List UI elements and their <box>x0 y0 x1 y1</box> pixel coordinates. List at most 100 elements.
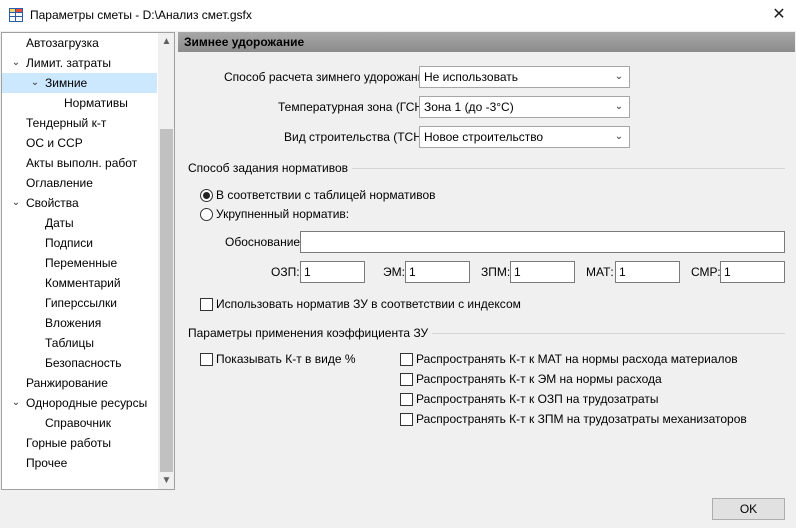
ok-button[interactable]: OK <box>712 498 785 520</box>
spread-ozp-label[interactable]: Распространять К-т к ОЗП на трудозатраты <box>416 389 659 409</box>
settings-tree: Автозагрузка ⌄ Лимит. затраты ⌄ Зимние Нормат… <box>1 32 175 490</box>
tree-item-label: Лимит. затраты <box>26 56 111 70</box>
chevron-down-icon[interactable]: ⌄ <box>10 53 22 73</box>
tree-scrollbar[interactable]: ▲ ▼ <box>158 33 174 489</box>
radio-aggregated-norm-label[interactable]: Укрупненный норматив: <box>216 204 349 224</box>
tree-item[interactable]: Безопасность <box>2 353 157 373</box>
tree-item[interactable]: Подписи <box>2 233 157 253</box>
tree-item[interactable]: Оглавление <box>2 173 157 193</box>
tree-item-label: Справочник <box>45 416 111 430</box>
radio-table-norms[interactable] <box>200 189 213 202</box>
zone-combo-value: Зона 1 (до -3°С) <box>424 100 514 114</box>
chevron-down-icon[interactable]: ⌄ <box>10 193 22 213</box>
method-combo[interactable]: Не использовать ⌄ <box>419 66 630 88</box>
tree-item[interactable]: Горные работы <box>2 433 157 453</box>
use-index-checkbox[interactable] <box>200 298 213 311</box>
construction-label: Вид строительства (ТСН): <box>284 130 430 144</box>
tree-item[interactable]: ОС и ССР <box>2 133 157 153</box>
zone-combo[interactable]: Зона 1 (до -3°С) ⌄ <box>419 96 630 118</box>
spread-ozp-checkbox[interactable] <box>400 393 413 406</box>
tree-item-label: Свойства <box>26 196 79 210</box>
close-button[interactable]: ✕ <box>766 4 792 26</box>
spread-zpm-label[interactable]: Распространять К-т к ЗПМ на трудозатраты… <box>416 409 747 429</box>
window-title: Параметры сметы - D:\Анализ смет.gsfx <box>30 8 252 22</box>
section-header: Зимнее удорожание <box>178 32 795 52</box>
tree-item-label: Таблицы <box>45 336 95 350</box>
tree-item-label: Вложения <box>45 316 102 330</box>
tree-item[interactable]: Автозагрузка <box>2 33 157 53</box>
apply-group-title: Параметры применения коэффициента ЗУ <box>188 325 433 341</box>
chevron-down-icon[interactable]: ⌄ <box>10 393 22 413</box>
zone-label: Температурная зона (ГСН): <box>278 100 431 114</box>
coef-mat-label: МАТ: <box>586 265 614 279</box>
show-percent-label[interactable]: Показывать К-т в виде % <box>216 349 356 369</box>
tree-item[interactable]: Таблицы <box>2 333 157 353</box>
coef-mat-input[interactable] <box>615 261 680 283</box>
tree-item[interactable]: ⌄ Однородные ресурсы <box>2 393 157 413</box>
spread-mat-checkbox[interactable] <box>400 353 413 366</box>
construction-combo-value: Новое строительство <box>424 130 544 144</box>
method-label: Способ расчета зимнего удорожания: <box>224 70 435 84</box>
coef-ozp-input[interactable] <box>300 261 365 283</box>
tree-item-label: Подписи <box>45 236 93 250</box>
settings-panel: Зимнее удорожание Способ расчета зимнего… <box>178 32 795 490</box>
chevron-down-icon: ⌄ <box>614 71 624 82</box>
tree-item[interactable]: Прочее <box>2 453 157 473</box>
tree-item[interactable]: Справочник <box>2 413 157 433</box>
coef-em-input[interactable] <box>405 261 470 283</box>
tree-item[interactable]: ⌄ Лимит. затраты <box>2 53 157 73</box>
tree-item[interactable]: Переменные <box>2 253 157 273</box>
coef-zpm-input[interactable] <box>510 261 575 283</box>
tree-item[interactable]: ⌄ Зимние <box>2 73 157 93</box>
tree-item[interactable]: Даты <box>2 213 157 233</box>
title-bar: Параметры сметы - D:\Анализ смет.gsfx ✕ <box>0 0 796 31</box>
scroll-down-arrow-icon[interactable]: ▼ <box>158 472 174 489</box>
tree-item[interactable]: Тендерный к-т <box>2 113 157 133</box>
tree-item[interactable]: Комментарий <box>2 273 157 293</box>
basis-label: Обоснование: <box>225 235 304 249</box>
coef-ozp-label: ОЗП: <box>271 265 300 279</box>
app-grid-icon <box>9 8 23 22</box>
construction-combo[interactable]: Новое строительство ⌄ <box>419 126 630 148</box>
tree-item[interactable]: Нормативы <box>2 93 157 113</box>
tree-item-label: Однородные ресурсы <box>26 396 148 410</box>
tree-item-label: Прочее <box>26 456 68 470</box>
spread-zpm-checkbox[interactable] <box>400 413 413 426</box>
radio-aggregated-norm[interactable] <box>200 208 213 221</box>
coef-em-label: ЭМ: <box>383 265 405 279</box>
tree-item-label: Даты <box>45 216 74 230</box>
tree-item[interactable]: Ранжирование <box>2 373 157 393</box>
tree-item[interactable]: Гиперссылки <box>2 293 157 313</box>
tree-item-label: Безопасность <box>45 356 122 370</box>
scroll-up-arrow-icon[interactable]: ▲ <box>158 33 174 50</box>
tree-item-label: Гиперссылки <box>45 296 117 310</box>
tree-item[interactable]: Акты выполн. работ <box>2 153 157 173</box>
chevron-down-icon: ⌄ <box>614 131 624 142</box>
tree-item-label: Горные работы <box>26 436 112 450</box>
tree-item-label: ОС и ССР <box>26 136 83 150</box>
spread-em-checkbox[interactable] <box>400 373 413 386</box>
spread-mat-label[interactable]: Распространять К-т к МАТ на нормы расход… <box>416 349 738 369</box>
coef-smr-input[interactable] <box>720 261 785 283</box>
spread-em-label[interactable]: Распространять К-т к ЭМ на нормы расхода <box>416 369 662 389</box>
tree-item-label: Тендерный к-т <box>26 116 107 130</box>
show-percent-checkbox[interactable] <box>200 353 213 366</box>
tree-item-label: Акты выполн. работ <box>26 156 138 170</box>
use-index-label[interactable]: Использовать норматив ЗУ в соответствии … <box>216 294 521 314</box>
tree-item[interactable]: Вложения <box>2 313 157 333</box>
tree-item-label: Нормативы <box>64 96 128 110</box>
chevron-down-icon: ⌄ <box>614 101 624 112</box>
norm-group-title: Способ задания нормативов <box>188 160 352 176</box>
coef-zpm-label: ЗПМ: <box>481 265 511 279</box>
tree-item-label: Комментарий <box>45 276 121 290</box>
tree-item-label: Оглавление <box>26 176 93 190</box>
chevron-down-icon[interactable]: ⌄ <box>29 73 41 93</box>
radio-table-norms-label[interactable]: В соответствии с таблицей нормативов <box>216 185 436 205</box>
tree-item[interactable]: ⌄ Свойства <box>2 193 157 213</box>
basis-input[interactable] <box>300 231 785 253</box>
tree-item-label: Переменные <box>45 256 118 270</box>
tree-item-label: Зимние <box>45 76 88 90</box>
coef-smr-label: СМР: <box>691 265 721 279</box>
method-combo-value: Не использовать <box>424 70 518 84</box>
scroll-thumb[interactable] <box>160 129 173 472</box>
